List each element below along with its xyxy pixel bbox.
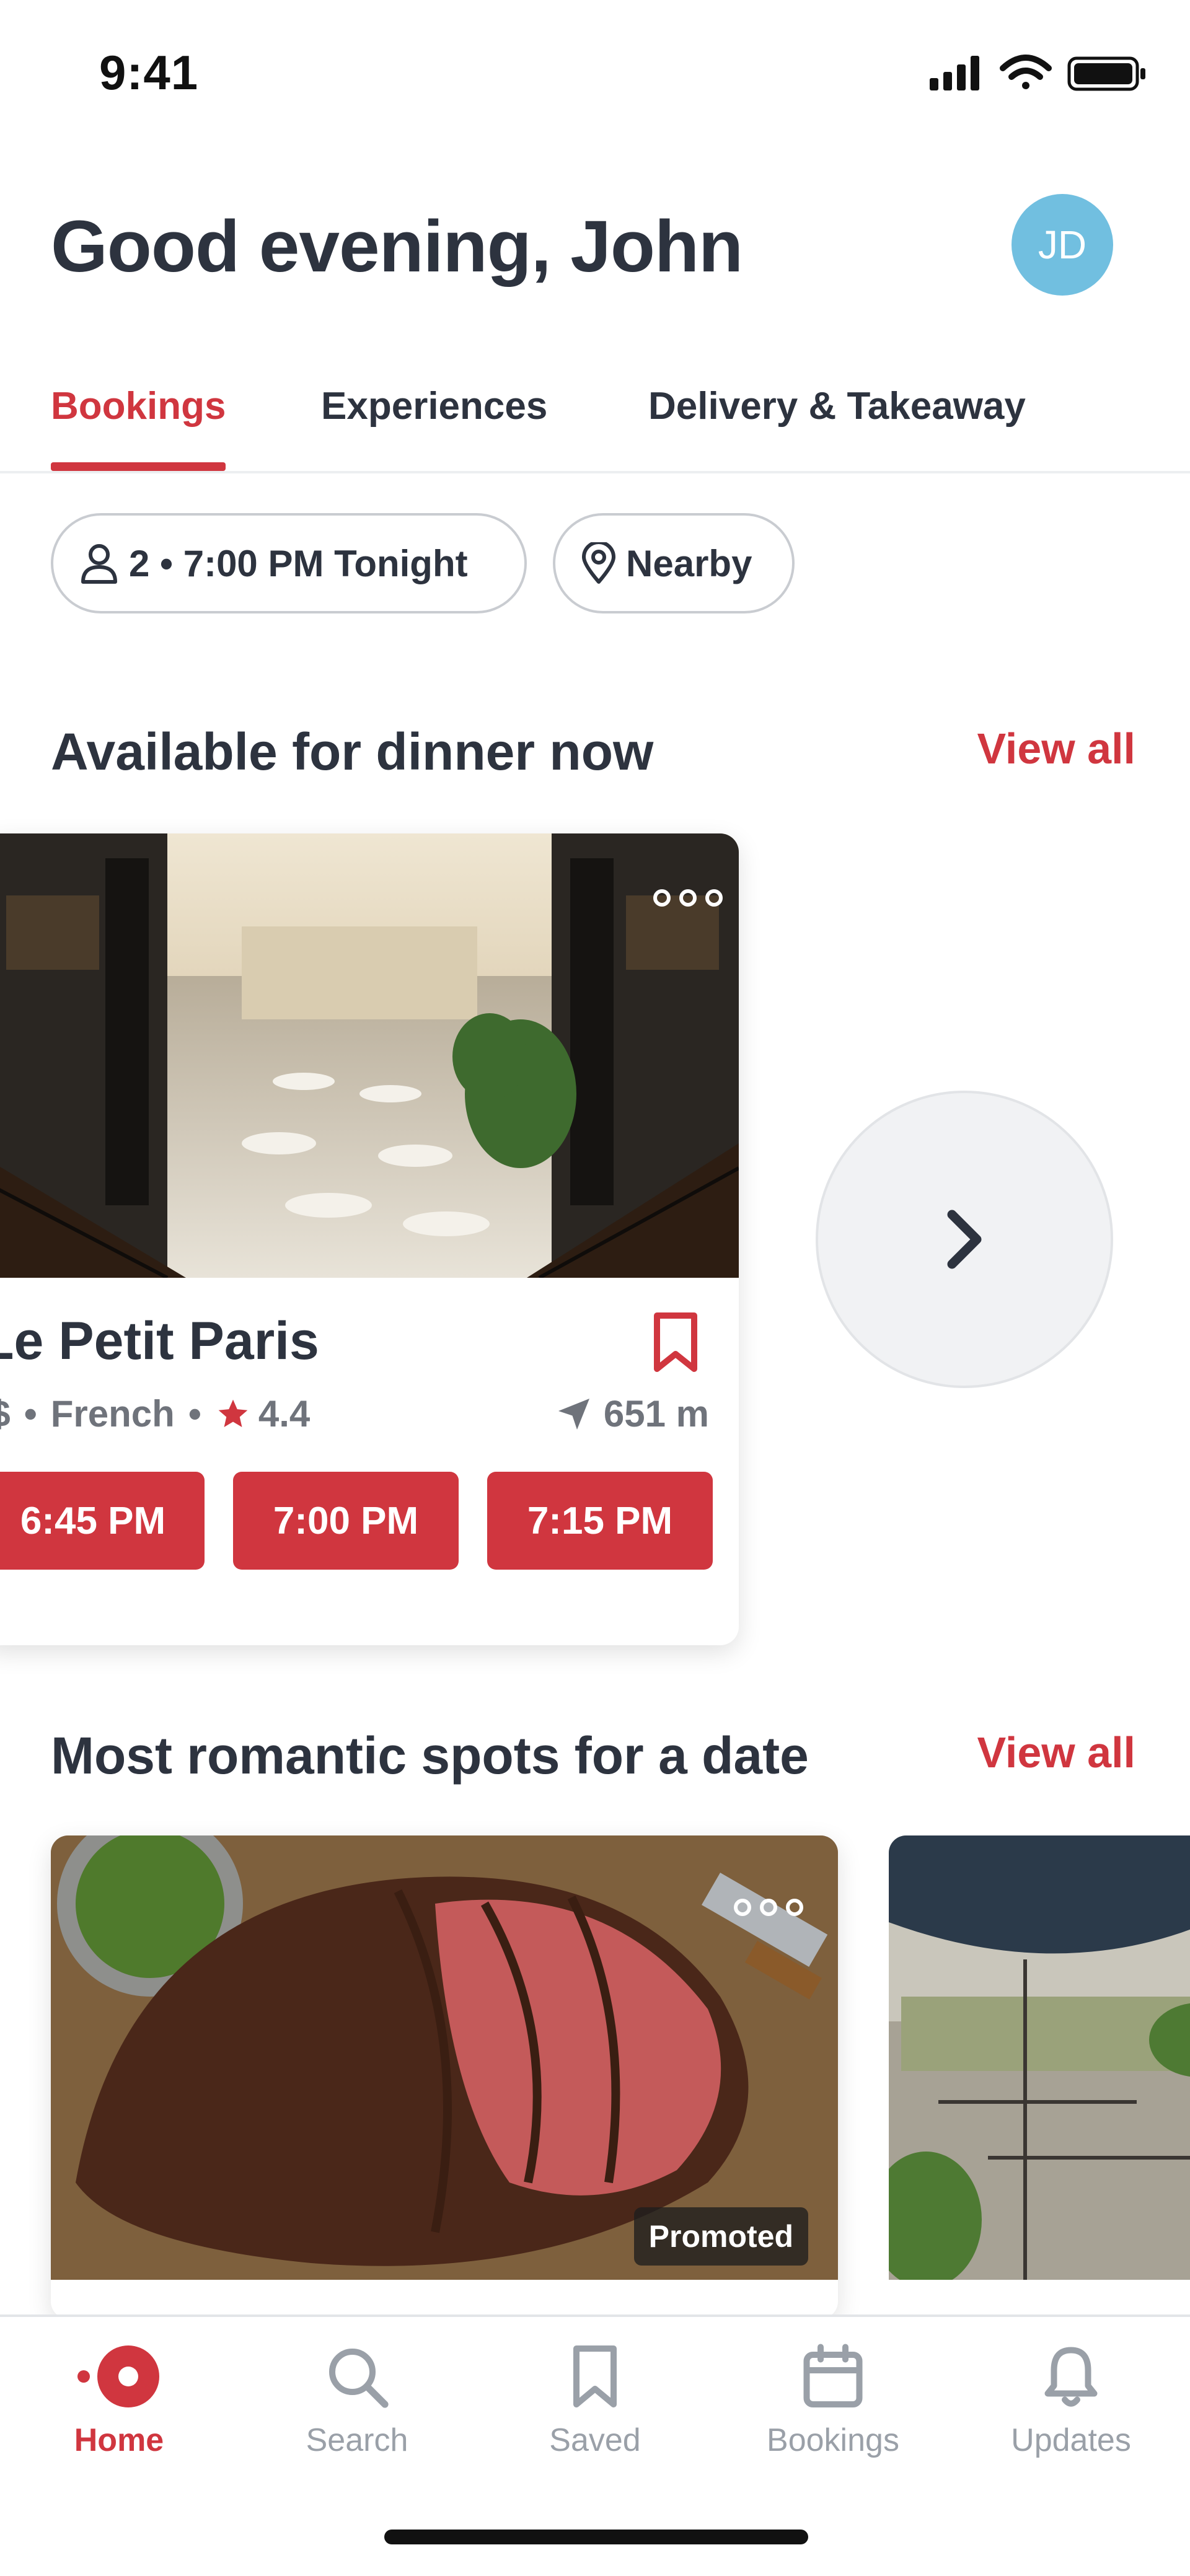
party-time-filter-chip[interactable]: 2 • 7:00 PM Tonight xyxy=(51,513,527,613)
status-icons xyxy=(930,55,1145,91)
restaurant-image xyxy=(0,833,739,1278)
nav-home[interactable]: Home xyxy=(0,2342,238,2459)
nav-saved[interactable]: Saved xyxy=(476,2342,714,2459)
restaurant-card[interactable]: Le Petit Paris $$ • French • 4.4 651 m 6… xyxy=(0,833,739,1645)
restaurant-card[interactable] xyxy=(889,1835,1190,2319)
location-filter-chip[interactable]: Nearby xyxy=(553,513,795,613)
greeting-title: Good evening, John xyxy=(51,206,743,288)
nav-updates-label: Updates xyxy=(1011,2422,1131,2458)
status-time: 9:41 xyxy=(99,45,199,100)
nav-bookings-label: Bookings xyxy=(767,2422,899,2458)
tab-divider xyxy=(0,471,1190,473)
signal-icon xyxy=(930,56,979,90)
nav-bookings[interactable]: Bookings xyxy=(714,2342,952,2459)
star-icon xyxy=(218,1399,248,1427)
nav-home-label: Home xyxy=(74,2422,164,2458)
home-icon xyxy=(77,2345,159,2407)
section-title-romantic: Most romantic spots for a date xyxy=(51,1726,809,1785)
section-title-available: Available for dinner now xyxy=(51,723,654,781)
nav-saved-label: Saved xyxy=(549,2422,641,2458)
nav-search-label: Search xyxy=(306,2422,408,2458)
time-slot-button[interactable]: 7:00 PM xyxy=(233,1472,459,1570)
time-slot-button[interactable]: 6:45 PM xyxy=(0,1472,205,1570)
avatar[interactable]: JD xyxy=(1011,194,1113,296)
restaurant-image xyxy=(889,1835,1190,2288)
restaurant-card[interactable]: Promoted xyxy=(51,1835,838,2319)
view-all-available-link[interactable]: View all xyxy=(977,724,1135,773)
bookmark-icon xyxy=(573,2345,617,2407)
nav-updates[interactable]: Updates xyxy=(952,2342,1190,2459)
cuisine-label: French xyxy=(50,1393,175,1435)
promoted-badge: Promoted xyxy=(633,2207,808,2266)
search-icon xyxy=(329,2349,389,2408)
wifi-icon xyxy=(1000,55,1052,89)
tab-experiences[interactable]: Experiences xyxy=(321,384,547,428)
battery-icon xyxy=(1067,56,1145,91)
more-options-icon[interactable] xyxy=(734,1899,803,1916)
navigation-arrow-icon xyxy=(558,1398,589,1430)
restaurant-meta: $$ • French • 4.4 xyxy=(0,1392,310,1435)
bell-icon xyxy=(1044,2347,1098,2407)
restaurant-name: Le Petit Paris xyxy=(0,1311,319,1371)
more-options-icon[interactable] xyxy=(653,889,723,907)
party-time-label: 2 • 7:00 PM Tonight xyxy=(129,542,468,584)
location-pin-icon xyxy=(582,542,615,584)
calendar-icon xyxy=(803,2344,863,2407)
chevron-right-icon xyxy=(947,1210,982,1269)
distance-info: 651 m xyxy=(555,1392,709,1435)
time-slot-button[interactable]: 7:15 PM xyxy=(487,1472,713,1570)
dot-separator: • xyxy=(188,1393,201,1435)
home-indicator xyxy=(384,2530,808,2544)
price-level: $$ xyxy=(0,1393,11,1435)
dot-separator: • xyxy=(24,1393,37,1435)
see-more-button[interactable] xyxy=(816,1091,1113,1388)
view-all-romantic-link[interactable]: View all xyxy=(977,1728,1135,1777)
tab-bookings[interactable]: Bookings xyxy=(51,384,226,428)
nav-search[interactable]: Search xyxy=(238,2342,476,2459)
rating-value: 4.4 xyxy=(258,1393,311,1435)
person-icon xyxy=(81,544,117,584)
distance-value: 651 m xyxy=(603,1393,709,1435)
location-label: Nearby xyxy=(626,542,752,584)
active-tab-indicator xyxy=(51,462,226,471)
tab-delivery-takeaway[interactable]: Delivery & Takeaway xyxy=(648,384,1026,428)
bookmark-icon[interactable] xyxy=(652,1312,699,1374)
